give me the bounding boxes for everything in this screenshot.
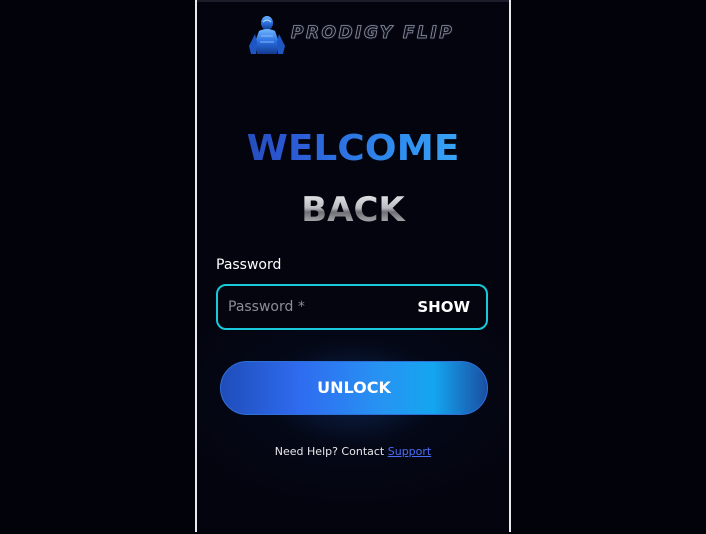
password-field[interactable]: SHOW: [216, 284, 488, 330]
unlock-button[interactable]: UNLOCK: [220, 361, 488, 415]
show-password-button[interactable]: SHOW: [417, 298, 470, 316]
password-input[interactable]: [228, 286, 408, 328]
help-prefix: Need Help? Contact: [274, 445, 388, 458]
back-heading: BACK: [197, 190, 509, 230]
screen-background: PRODIGY FLIP WELCOME BACK Password SHOW …: [0, 0, 706, 534]
support-link[interactable]: Support: [388, 445, 431, 458]
humanoid-figure-icon: [249, 16, 285, 54]
help-text: Need Help? Contact Support: [197, 445, 509, 458]
brand-name: PRODIGY FLIP: [291, 23, 455, 44]
login-panel: PRODIGY FLIP WELCOME BACK Password SHOW …: [195, 0, 511, 532]
top-edge-line: [197, 0, 509, 2]
brand-logo: PRODIGY FLIP: [245, 14, 465, 54]
password-label: Password: [216, 257, 282, 273]
welcome-heading: WELCOME: [197, 128, 509, 169]
